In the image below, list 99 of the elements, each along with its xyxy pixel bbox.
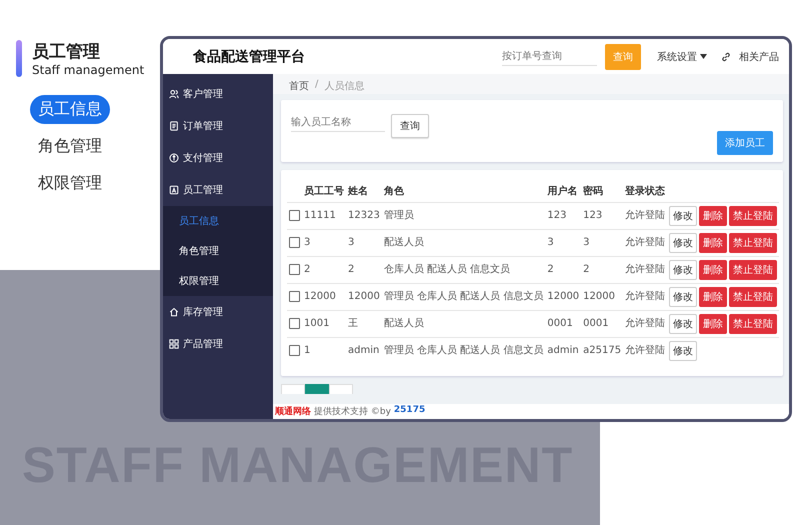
edit-button[interactable]: 修改 [669, 233, 698, 253]
staff-search-field[interactable]: 输入员工名称 [291, 114, 385, 132]
table-cell: 12323 [348, 210, 380, 221]
row-checkbox[interactable] [289, 264, 300, 275]
table-cell: 管理员 仓库人员 配送人员 信息文员 [384, 291, 544, 302]
table-cell: 2 [304, 264, 310, 275]
row-checkbox[interactable] [289, 344, 300, 356]
row-checkbox[interactable] [289, 210, 300, 221]
row-checkbox[interactable] [289, 290, 300, 302]
table-cell: 允许登陆 [625, 237, 666, 248]
accent-bar [16, 40, 22, 77]
submenu-item[interactable]: 角色管理 [163, 236, 273, 266]
menu-item[interactable]: 权限管理 [30, 169, 110, 198]
column-header: 姓名 [348, 186, 368, 197]
danger-button[interactable]: 删除 [699, 287, 728, 307]
edit-button[interactable]: 修改 [669, 287, 698, 307]
sidebar-item[interactable]: 订单管理 [163, 110, 273, 142]
table-cell: 12000 [304, 291, 336, 302]
menu-item[interactable]: 员工信息 [30, 95, 110, 124]
table-cell: 0001 [583, 318, 609, 329]
edit-button[interactable]: 修改 [669, 341, 698, 361]
users-icon [169, 89, 179, 99]
table-cell: a25175 [583, 345, 622, 356]
edit-button[interactable]: 修改 [669, 260, 698, 280]
table-cell: 2 [583, 264, 590, 275]
table-cell: 2 [547, 264, 554, 275]
sidebar-item[interactable]: 产品管理 [163, 328, 273, 360]
sidebar-item[interactable]: 员工管理 [163, 174, 273, 206]
author-name: 25175 [394, 405, 426, 417]
table-cell: 允许登陆 [625, 345, 666, 356]
submenu-item[interactable]: 员工信息 [163, 206, 273, 236]
table-cell: 管理员 [384, 210, 414, 221]
danger-button[interactable]: 禁止登陆 [729, 233, 778, 253]
promo-title: 员工管理 [32, 41, 101, 63]
sidebar-item[interactable]: 客户管理 [163, 78, 273, 110]
company-name: 顺通网络 [275, 405, 311, 418]
related-link[interactable]: 相关产品 [739, 50, 779, 64]
table-cell: 1 [304, 345, 310, 356]
column-header: 用户名 [547, 186, 578, 197]
table-cell: 11111 [304, 210, 336, 221]
settings-menu[interactable]: 系统设置 [657, 50, 707, 64]
table-cell: 123 [547, 210, 566, 221]
caret-icon [700, 54, 707, 59]
table-cell: 12000 [583, 291, 615, 302]
column-header: 员工工号 [304, 186, 344, 197]
table-cell: 允许登陆 [625, 291, 666, 302]
coin-icon [169, 153, 179, 163]
app-title: 食品配送管理平台 [193, 48, 306, 66]
table-cell: 12000 [547, 291, 580, 302]
breadcrumb-item[interactable]: 首页 [289, 79, 309, 89]
breadcrumb-separator: / [315, 79, 318, 89]
table-cell: 12000 [348, 291, 380, 302]
column-header: 登录状态 [625, 186, 666, 197]
order-search-field[interactable]: 按订单号查询 [502, 48, 597, 66]
table-cell: 2 [348, 264, 354, 275]
table-cell: 3 [348, 237, 354, 248]
table-cell: 3 [583, 237, 590, 248]
danger-button[interactable]: 删除 [699, 233, 728, 253]
danger-button[interactable]: 删除 [699, 314, 728, 334]
table-cell: 仓库人员 配送人员 信息文员 [384, 264, 510, 275]
table-cell: 允许登陆 [625, 318, 666, 329]
danger-button[interactable]: 禁止登陆 [729, 314, 778, 334]
edit-button[interactable]: 修改 [669, 206, 698, 226]
table-cell: 管理员 仓库人员 配送人员 信息文员 [384, 345, 544, 356]
danger-button[interactable]: 删除 [699, 206, 728, 226]
danger-button[interactable]: 禁止登陆 [729, 260, 778, 280]
id-card-icon [169, 185, 179, 195]
table-cell: 王 [348, 318, 358, 329]
table-cell: 3 [547, 237, 554, 248]
table-cell: 允许登陆 [625, 210, 666, 221]
danger-button[interactable]: 禁止登陆 [729, 206, 778, 226]
table-cell: admin [547, 345, 579, 356]
link-icon [721, 52, 731, 62]
row-checkbox[interactable] [289, 236, 300, 248]
sidebar-item[interactable]: 支付管理 [163, 142, 273, 174]
danger-button[interactable]: 删除 [699, 260, 728, 280]
search-button[interactable]: 查询 [391, 114, 429, 138]
home-icon [169, 307, 179, 317]
sidebar-item[interactable]: 库存管理 [163, 296, 273, 328]
table-cell: 0001 [547, 318, 573, 329]
table-cell: 配送人员 [384, 237, 424, 248]
row-checkbox[interactable] [289, 318, 300, 329]
column-header: 角色 [384, 186, 404, 197]
submenu-item[interactable]: 权限管理 [163, 266, 273, 296]
table-cell: 配送人员 [384, 318, 424, 329]
table-cell: 1001 [304, 318, 330, 329]
footer-text: 提供技术支持 ©by [314, 406, 391, 418]
column-header: 密码 [583, 186, 604, 197]
breadcrumb-item: 人员信息 [324, 80, 364, 89]
promo-subtitle: Staff management [32, 63, 144, 77]
danger-button[interactable]: 禁止登陆 [729, 287, 778, 307]
table-cell: 123 [583, 210, 602, 221]
table-cell: 3 [304, 237, 310, 248]
menu-item[interactable]: 角色管理 [30, 132, 110, 161]
grid-icon [169, 339, 179, 349]
edit-button[interactable]: 修改 [669, 314, 698, 334]
document-icon [169, 121, 179, 131]
table-cell: 允许登陆 [625, 264, 666, 275]
table-cell: admin [348, 345, 380, 356]
